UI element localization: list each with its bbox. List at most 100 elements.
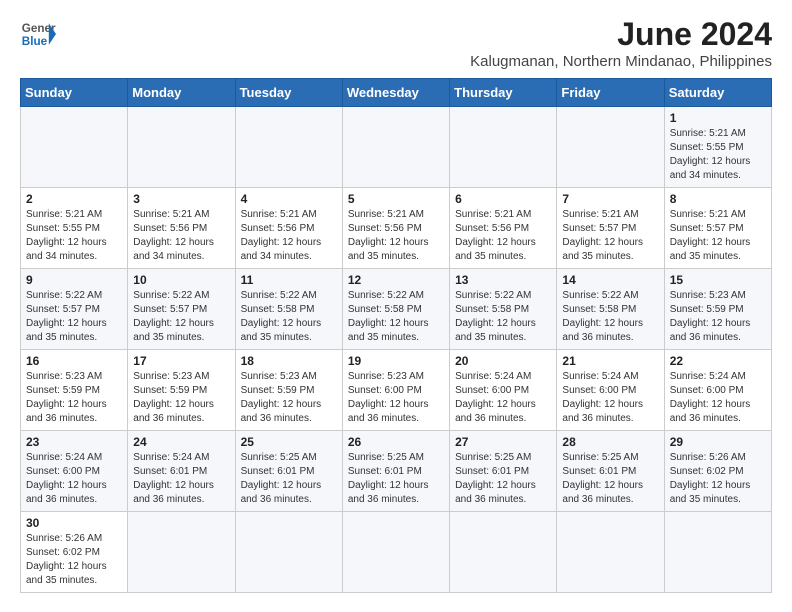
calendar-cell [235, 107, 342, 188]
day-number: 23 [26, 435, 122, 449]
calendar-cell: 26 Sunrise: 5:25 AM Sunset: 6:01 PM Dayli… [342, 431, 449, 512]
day-number: 6 [455, 192, 551, 206]
day-number: 19 [348, 354, 444, 368]
calendar-cell: 23 Sunrise: 5:24 AM Sunset: 6:00 PM Dayli… [21, 431, 128, 512]
day-info: Sunrise: 5:22 AM Sunset: 5:58 PM Dayligh… [241, 289, 337, 345]
calendar-cell: 30Sunrise: 5:26 AM Sunset: 6:02 PM Dayli… [21, 512, 128, 593]
day-info: Sunrise: 5:21 AM Sunset: 5:56 PM Dayligh… [133, 208, 229, 264]
calendar-cell: 17Sunrise: 5:23 AM Sunset: 5:59 PM Dayli… [128, 350, 235, 431]
day-info: Sunrise: 5:25 AM Sunset: 6:01 PM Dayligh… [562, 451, 658, 507]
calendar-cell: 4 Sunrise: 5:21 AM Sunset: 5:56 PM Daylig… [235, 188, 342, 269]
day-info: Sunrise: 5:22 AM Sunset: 5:58 PM Dayligh… [455, 289, 551, 345]
title-area: June 2024 Kalugmanan, Northern Mindanao,… [470, 16, 772, 70]
calendar-cell: 2Sunrise: 5:21 AM Sunset: 5:55 PM Daylig… [21, 188, 128, 269]
calendar-table: SundayMondayTuesdayWednesdayThursdayFrid… [20, 78, 772, 593]
calendar-cell: 25 Sunrise: 5:25 AM Sunset: 6:01 PM Dayli… [235, 431, 342, 512]
day-info: Sunrise: 5:22 AM Sunset: 5:58 PM Dayligh… [562, 289, 658, 345]
calendar-cell: 6 Sunrise: 5:21 AM Sunset: 5:56 PM Daylig… [450, 188, 557, 269]
day-info: Sunrise: 5:24 AM Sunset: 6:00 PM Dayligh… [26, 451, 122, 507]
calendar-cell: 8Sunrise: 5:21 AM Sunset: 5:57 PM Daylig… [664, 188, 771, 269]
day-number: 9 [26, 273, 122, 287]
calendar-week-5: 23 Sunrise: 5:24 AM Sunset: 6:00 PM Dayli… [21, 431, 772, 512]
day-info: Sunrise: 5:21 AM Sunset: 5:57 PM Dayligh… [562, 208, 658, 264]
day-number: 28 [562, 435, 658, 449]
day-number: 12 [348, 273, 444, 287]
calendar-cell [557, 107, 664, 188]
calendar-cell [664, 512, 771, 593]
calendar-cell: 7 Sunrise: 5:21 AM Sunset: 5:57 PM Daylig… [557, 188, 664, 269]
calendar-cell [235, 512, 342, 593]
day-info: Sunrise: 5:24 AM Sunset: 6:00 PM Dayligh… [455, 370, 551, 426]
weekday-header-saturday: Saturday [664, 79, 771, 107]
weekday-header-tuesday: Tuesday [235, 79, 342, 107]
calendar-cell: 28 Sunrise: 5:25 AM Sunset: 6:01 PM Dayli… [557, 431, 664, 512]
page-subtitle: Kalugmanan, Northern Mindanao, Philippin… [470, 53, 772, 70]
day-number: 13 [455, 273, 551, 287]
calendar-cell: 5Sunrise: 5:21 AM Sunset: 5:56 PM Daylig… [342, 188, 449, 269]
calendar-cell: 29 Sunrise: 5:26 AM Sunset: 6:02 PM Dayli… [664, 431, 771, 512]
day-number: 8 [670, 192, 766, 206]
day-info: Sunrise: 5:22 AM Sunset: 5:58 PM Dayligh… [348, 289, 444, 345]
day-info: Sunrise: 5:26 AM Sunset: 6:02 PM Dayligh… [26, 532, 122, 588]
day-number: 21 [562, 354, 658, 368]
calendar-cell: 12 Sunrise: 5:22 AM Sunset: 5:58 PM Dayli… [342, 269, 449, 350]
weekday-header-row: SundayMondayTuesdayWednesdayThursdayFrid… [21, 79, 772, 107]
day-number: 15 [670, 273, 766, 287]
calendar-cell: 15 Sunrise: 5:23 AM Sunset: 5:59 PM Dayli… [664, 269, 771, 350]
calendar-cell: 14 Sunrise: 5:22 AM Sunset: 5:58 PM Dayli… [557, 269, 664, 350]
day-number: 26 [348, 435, 444, 449]
weekday-header-wednesday: Wednesday [342, 79, 449, 107]
day-info: Sunrise: 5:21 AM Sunset: 5:55 PM Dayligh… [670, 127, 766, 183]
calendar-cell [450, 512, 557, 593]
day-number: 7 [562, 192, 658, 206]
calendar-cell: 19 Sunrise: 5:23 AM Sunset: 6:00 PM Dayli… [342, 350, 449, 431]
weekday-header-thursday: Thursday [450, 79, 557, 107]
day-info: Sunrise: 5:23 AM Sunset: 5:59 PM Dayligh… [670, 289, 766, 345]
logo-icon: General Blue [20, 16, 56, 52]
day-info: Sunrise: 5:23 AM Sunset: 6:00 PM Dayligh… [348, 370, 444, 426]
calendar-cell: 18 Sunrise: 5:23 AM Sunset: 5:59 PM Dayli… [235, 350, 342, 431]
calendar-cell: 13 Sunrise: 5:22 AM Sunset: 5:58 PM Dayli… [450, 269, 557, 350]
calendar-week-2: 2Sunrise: 5:21 AM Sunset: 5:55 PM Daylig… [21, 188, 772, 269]
calendar-cell: 1 Sunrise: 5:21 AM Sunset: 5:55 PM Daylig… [664, 107, 771, 188]
calendar-cell [128, 512, 235, 593]
day-info: Sunrise: 5:25 AM Sunset: 6:01 PM Dayligh… [455, 451, 551, 507]
calendar-cell: 3 Sunrise: 5:21 AM Sunset: 5:56 PM Daylig… [128, 188, 235, 269]
calendar-cell: 20Sunrise: 5:24 AM Sunset: 6:00 PM Dayli… [450, 350, 557, 431]
day-info: Sunrise: 5:25 AM Sunset: 6:01 PM Dayligh… [241, 451, 337, 507]
page-title: June 2024 [470, 16, 772, 53]
day-info: Sunrise: 5:24 AM Sunset: 6:00 PM Dayligh… [670, 370, 766, 426]
day-number: 29 [670, 435, 766, 449]
day-number: 3 [133, 192, 229, 206]
day-info: Sunrise: 5:23 AM Sunset: 5:59 PM Dayligh… [241, 370, 337, 426]
day-number: 14 [562, 273, 658, 287]
calendar-cell [128, 107, 235, 188]
calendar-cell [450, 107, 557, 188]
calendar-cell: 10Sunrise: 5:22 AM Sunset: 5:57 PM Dayli… [128, 269, 235, 350]
day-number: 27 [455, 435, 551, 449]
day-number: 4 [241, 192, 337, 206]
calendar-cell [557, 512, 664, 593]
day-number: 1 [670, 111, 766, 125]
day-info: Sunrise: 5:21 AM Sunset: 5:56 PM Dayligh… [455, 208, 551, 264]
day-number: 25 [241, 435, 337, 449]
day-info: Sunrise: 5:21 AM Sunset: 5:56 PM Dayligh… [241, 208, 337, 264]
day-info: Sunrise: 5:22 AM Sunset: 5:57 PM Dayligh… [26, 289, 122, 345]
calendar-cell: 24Sunrise: 5:24 AM Sunset: 6:01 PM Dayli… [128, 431, 235, 512]
calendar-cell: 21Sunrise: 5:24 AM Sunset: 6:00 PM Dayli… [557, 350, 664, 431]
calendar-week-6: 30Sunrise: 5:26 AM Sunset: 6:02 PM Dayli… [21, 512, 772, 593]
day-info: Sunrise: 5:26 AM Sunset: 6:02 PM Dayligh… [670, 451, 766, 507]
day-number: 17 [133, 354, 229, 368]
calendar-cell [342, 107, 449, 188]
day-number: 11 [241, 273, 337, 287]
day-number: 18 [241, 354, 337, 368]
weekday-header-sunday: Sunday [21, 79, 128, 107]
calendar-cell: 9 Sunrise: 5:22 AM Sunset: 5:57 PM Daylig… [21, 269, 128, 350]
calendar-cell: 11 Sunrise: 5:22 AM Sunset: 5:58 PM Dayli… [235, 269, 342, 350]
day-number: 10 [133, 273, 229, 287]
calendar-cell [342, 512, 449, 593]
page-header: General Blue June 2024 Kalugmanan, North… [20, 16, 772, 70]
day-info: Sunrise: 5:25 AM Sunset: 6:01 PM Dayligh… [348, 451, 444, 507]
day-info: Sunrise: 5:24 AM Sunset: 6:01 PM Dayligh… [133, 451, 229, 507]
weekday-header-friday: Friday [557, 79, 664, 107]
